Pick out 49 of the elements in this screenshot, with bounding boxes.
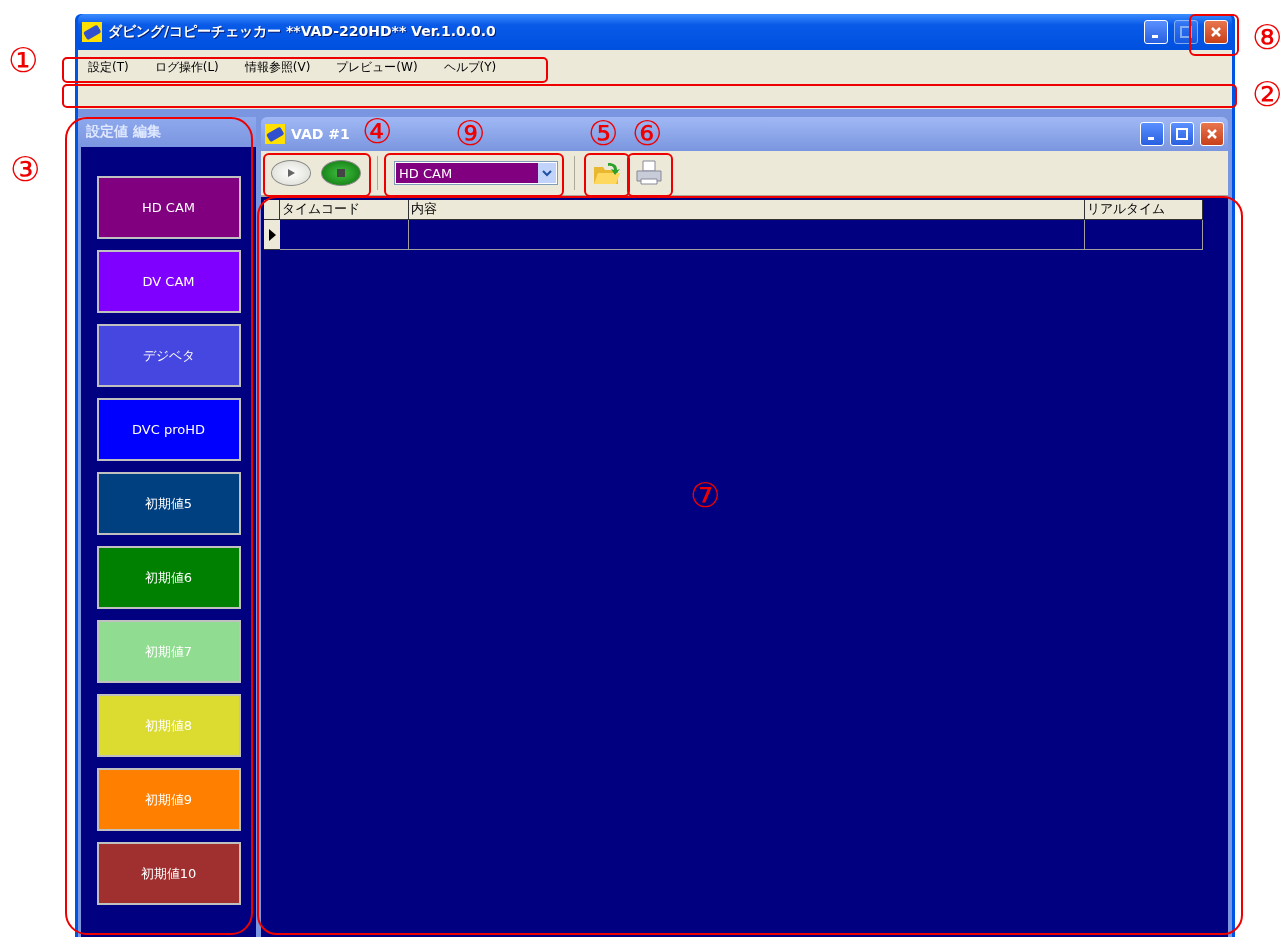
chevron-down-icon (542, 169, 552, 177)
annotation-number: ② (1252, 77, 1283, 111)
column-header[interactable]: タイムコード (280, 200, 409, 220)
preset-button[interactable]: 初期値10 (96, 842, 241, 905)
close-button[interactable] (1204, 20, 1228, 44)
annotation-frame (1189, 14, 1239, 56)
child-window-title: VAD #1 (291, 126, 350, 142)
column-header[interactable]: 内容 (409, 200, 1085, 220)
minimize-icon (1152, 35, 1158, 38)
menu-item[interactable]: 設定(T) (88, 58, 129, 76)
preset-button[interactable]: デジベタ (96, 324, 241, 387)
menu-item[interactable]: ログ操作(L) (154, 58, 219, 76)
tape-icon (265, 124, 285, 144)
close-button[interactable] (1200, 122, 1224, 146)
window-title: ダビング/コピーチェッカー **VAD-220HD** Ver.1.0.0.0 (108, 23, 497, 41)
maximize-icon (1180, 26, 1192, 38)
play-icon (286, 168, 296, 178)
close-icon (1206, 128, 1218, 140)
preset-button[interactable]: DV CAM (96, 250, 241, 313)
preset-button[interactable]: DVC proHD (96, 398, 241, 461)
preset-button[interactable]: 初期値6 (96, 546, 241, 609)
annotation-number: ⑨ (455, 116, 486, 150)
column-header[interactable]: リアルタイム (1085, 200, 1203, 220)
minimize-button[interactable] (1144, 20, 1168, 44)
format-dropdown[interactable]: HD CAM (394, 161, 558, 185)
annotation-number: ④ (362, 114, 393, 148)
annotation-number: ⑤ (588, 116, 619, 150)
menu-item[interactable]: プレビュー(W) (336, 58, 418, 76)
maximize-icon (1176, 128, 1188, 140)
annotation-number: ⑦ (690, 478, 721, 512)
menu-item[interactable]: 情報参照(V) (244, 58, 311, 76)
annotation-number: ⑥ (632, 116, 663, 150)
tape-icon (82, 22, 102, 42)
minimize-button[interactable] (1140, 122, 1164, 146)
minimize-icon (1148, 137, 1154, 140)
row-header[interactable] (264, 220, 280, 250)
current-row-icon (268, 228, 276, 241)
stop-icon (336, 168, 346, 178)
preset-button[interactable]: HD CAM (96, 176, 241, 239)
grid-corner (264, 200, 280, 220)
stop-button[interactable] (321, 160, 361, 186)
annotation-number: ⑧ (1252, 20, 1283, 54)
menu-item[interactable]: ヘルプ(Y) (443, 58, 497, 76)
annotation-number: ① (8, 43, 39, 77)
maximize-button[interactable] (1170, 122, 1194, 146)
play-button[interactable] (271, 160, 311, 186)
preset-button[interactable]: 初期値5 (96, 472, 241, 535)
annotation-number: ③ (10, 152, 41, 186)
close-icon (1210, 26, 1222, 38)
